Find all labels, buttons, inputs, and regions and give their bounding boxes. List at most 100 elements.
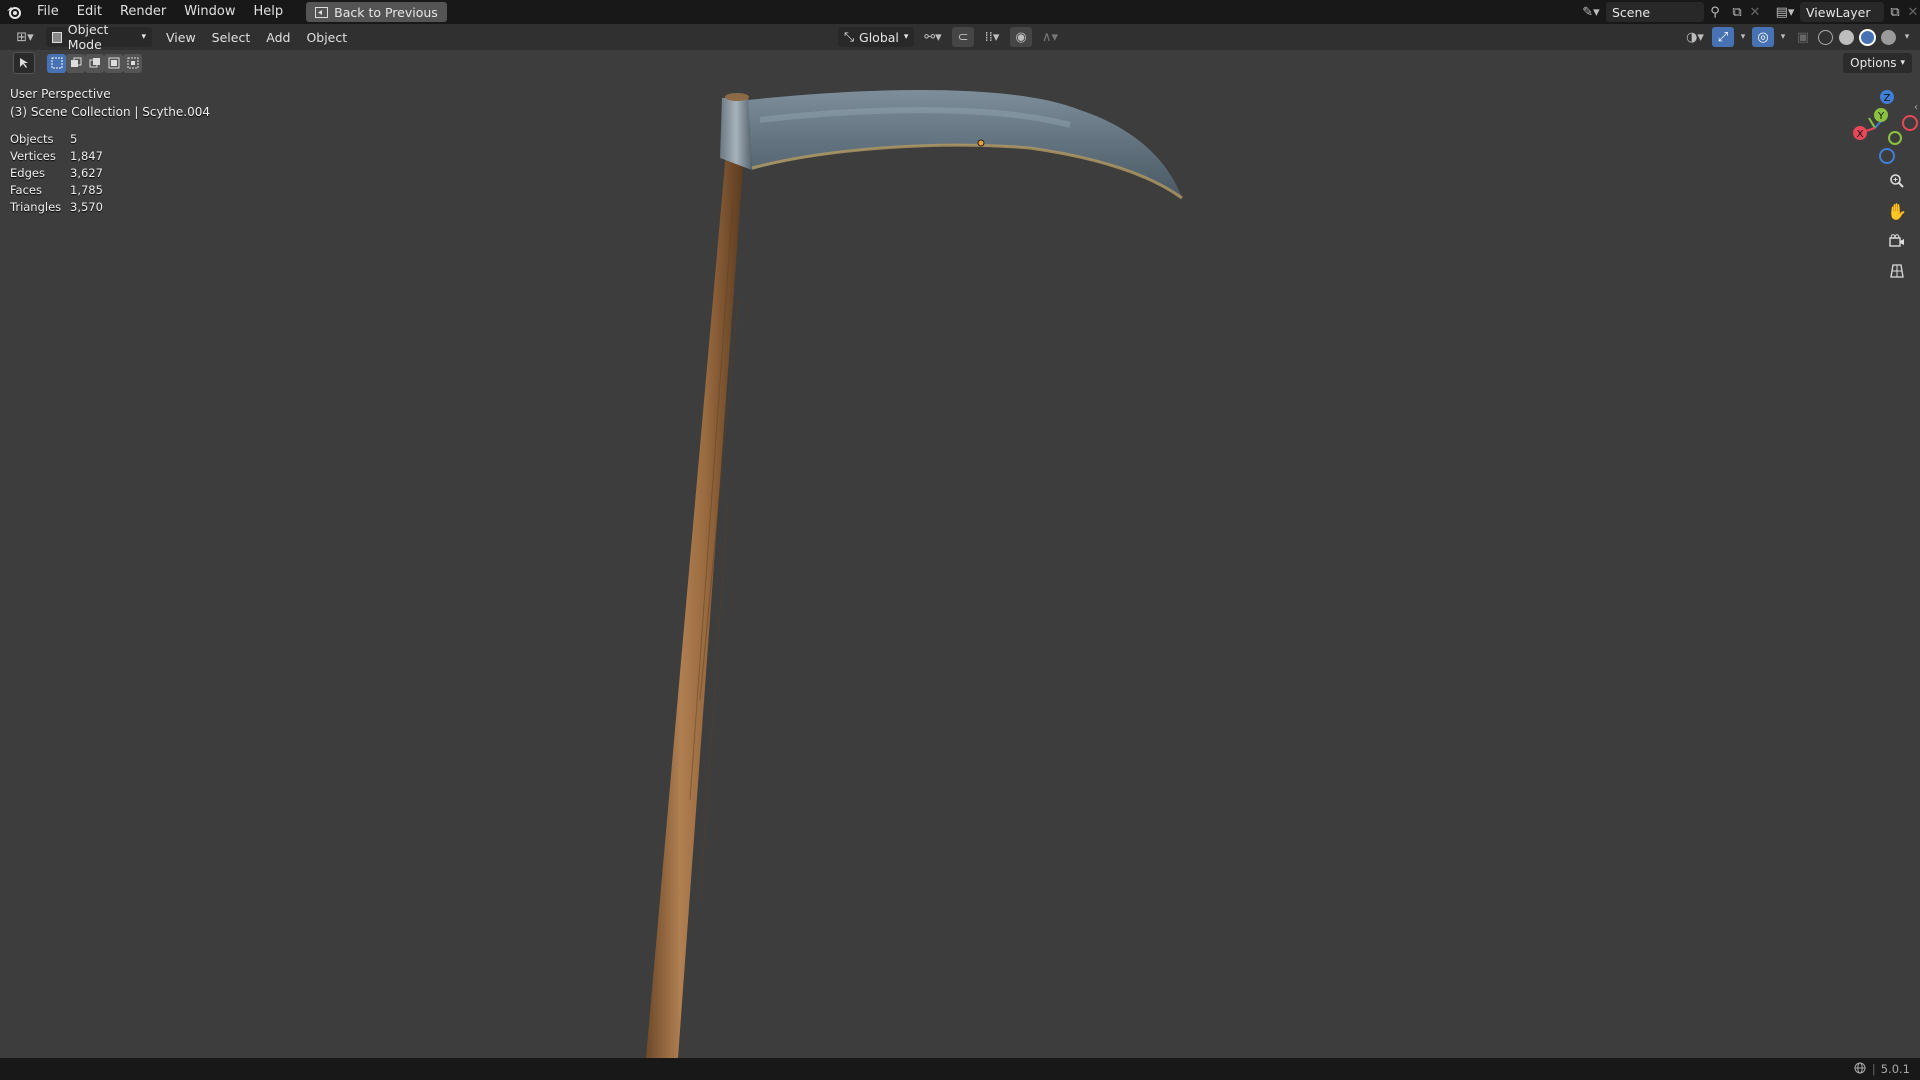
snap-icon[interactable]: ⊂ <box>952 27 974 47</box>
stat-label: Triangles <box>10 200 62 214</box>
zoom-icon[interactable] <box>1884 168 1910 194</box>
viewport-canvas[interactable] <box>0 76 1920 1058</box>
blender-logo-icon[interactable] <box>0 0 28 24</box>
transform-orientation-icon: ⤡ <box>844 29 855 44</box>
viewport-header: ⊞▾ Object Mode ▾ View Select Add Object … <box>0 22 1920 52</box>
gizmo-z-label: Z <box>1884 93 1891 104</box>
stat-value: 3,570 <box>70 200 103 214</box>
select-tool-icon[interactable] <box>13 52 35 74</box>
stat-value: 3,627 <box>70 166 103 180</box>
viewport-info: User Perspective (3) Scene Collection | … <box>10 85 210 121</box>
wireframe-shading-icon[interactable] <box>1818 29 1833 45</box>
globe-icon <box>1854 1062 1866 1077</box>
back-to-previous-label: Back to Previous <box>334 4 438 20</box>
sidebar-toggle-icon[interactable]: ‹ <box>1914 102 1918 113</box>
gizmo-y-negative[interactable] <box>1888 131 1902 145</box>
axis-gizmo[interactable]: Z Y X <box>1824 86 1920 166</box>
top-bar: File Edit Render Window Help Back to Pre… <box>0 0 1920 24</box>
camera-icon[interactable] <box>1884 228 1910 254</box>
solid-shading-icon[interactable] <box>1839 29 1854 45</box>
falloff-icon[interactable]: ∧▾ <box>1036 27 1064 47</box>
gizmo-dropdown-icon[interactable]: ▾ <box>1736 27 1750 47</box>
version-label: 5.0.1 <box>1880 1062 1910 1076</box>
menu-edit[interactable]: Edit <box>68 0 111 24</box>
menu-add[interactable]: Add <box>258 30 298 45</box>
material-shading-icon[interactable] <box>1859 28 1876 46</box>
snap-target-icon[interactable]: ⁞⁞▾ <box>978 27 1006 47</box>
chevron-down-icon: ▾ <box>141 32 146 42</box>
top-right-controls: ✎▾ Scene ⚲ ⧉ ✕ ▤▾ ViewLayer ⧉ ✕ <box>1576 0 1920 24</box>
gizmo-y-label: Y <box>1877 111 1885 122</box>
pin-icon[interactable]: ⚲ <box>1704 2 1726 22</box>
scene-name: Scene <box>1612 4 1651 20</box>
menu-select[interactable]: Select <box>204 30 259 45</box>
view-layer-name: ViewLayer <box>1806 4 1871 20</box>
ortho-grid-icon[interactable] <box>1884 258 1910 284</box>
view-name: User Perspective <box>10 87 111 101</box>
select-extend-icon[interactable] <box>66 53 85 73</box>
new-view-layer-icon[interactable]: ⧉ <box>1884 2 1906 22</box>
menu-object[interactable]: Object <box>298 30 355 45</box>
select-subtract-icon[interactable] <box>85 53 104 73</box>
tool-settings-row: Options ▾ <box>0 50 1920 76</box>
close-view-layer-icon[interactable]: ✕ <box>1906 2 1920 22</box>
status-divider: | <box>1871 1062 1876 1076</box>
menu-window[interactable]: Window <box>175 0 244 24</box>
mode-label: Object Mode <box>67 22 109 52</box>
close-icon[interactable]: ✕ <box>1748 2 1762 22</box>
back-to-previous-button[interactable]: Back to Previous <box>306 2 447 22</box>
stat-value: 1,847 <box>70 149 103 163</box>
chevron-down-icon: ▾ <box>1900 58 1905 68</box>
overlay-dropdown-icon[interactable]: ▾ <box>1776 27 1790 47</box>
collection-path: (3) Scene Collection | Scythe.004 <box>10 105 210 119</box>
navigation-gizmo: Z Y X ✋ ‹ <box>1824 86 1920 286</box>
options-label: Options <box>1850 56 1897 70</box>
transform-orientation-dropdown[interactable]: ⤡ Global ▾ <box>838 27 914 47</box>
view-layer-selector[interactable]: ViewLayer <box>1800 2 1884 22</box>
transform-tools: ⤡ Global ▾ ⚯▾ ⊂ ⁞⁞▾ ◉ ∧▾ <box>838 26 1064 48</box>
stat-row-triangles: Triangles 3,570 <box>10 199 103 216</box>
scythe-ferrule[interactable] <box>720 96 752 170</box>
overlay-icon[interactable]: ◎ <box>1752 27 1774 47</box>
stat-value: 1,785 <box>70 183 103 197</box>
stat-row-vertices: Vertices 1,847 <box>10 148 103 165</box>
hand-icon[interactable]: ✋ <box>1884 198 1910 224</box>
mode-dropdown[interactable]: Object Mode ▾ <box>46 22 152 52</box>
orientation-label: Global <box>859 29 899 45</box>
rendered-shading-icon[interactable] <box>1881 29 1896 45</box>
new-scene-icon[interactable]: ⧉ <box>1726 2 1748 22</box>
menu-file[interactable]: File <box>28 0 68 24</box>
stat-label: Faces <box>10 183 42 197</box>
stat-label: Objects <box>10 132 54 146</box>
stat-label: Edges <box>10 166 45 180</box>
xray-icon[interactable]: ▣ <box>1792 27 1814 47</box>
gizmo-x-label: X <box>1857 129 1864 140</box>
object-origin <box>977 139 985 147</box>
options-dropdown[interactable]: Options ▾ <box>1843 53 1912 73</box>
chevron-down-icon: ▾ <box>903 32 909 42</box>
menu-render[interactable]: Render <box>111 0 175 24</box>
back-icon <box>315 6 329 18</box>
view-layer-icon[interactable]: ▤▾ <box>1770 2 1800 22</box>
gizmo-icon[interactable]: ⤢ <box>1712 27 1734 47</box>
select-invert-icon[interactable] <box>104 53 123 73</box>
proportional-edit-icon[interactable]: ◉ <box>1010 27 1032 47</box>
select-box-icon[interactable] <box>47 53 66 73</box>
object-mode-icon <box>52 31 62 43</box>
status-bar: | 5.0.1 <box>0 1058 1920 1080</box>
scythe-handle[interactable] <box>646 152 744 1058</box>
scene-icon[interactable]: ✎▾ <box>1576 2 1606 22</box>
shading-dropdown-icon[interactable]: ▾ <box>1900 27 1914 47</box>
visibility-icon[interactable]: ◑▾ <box>1680 27 1710 47</box>
gizmo-x-negative[interactable] <box>1902 115 1918 131</box>
select-intersect-icon[interactable] <box>123 53 142 73</box>
pivot-icon[interactable]: ⚯▾ <box>918 27 948 47</box>
menu-help[interactable]: Help <box>245 0 293 24</box>
scene-selector[interactable]: Scene <box>1606 2 1704 22</box>
stat-label: Vertices <box>10 149 56 163</box>
gizmo-z-negative[interactable] <box>1879 148 1895 164</box>
handle-cap <box>725 93 749 101</box>
editor-type-icon[interactable]: ⊞▾ <box>10 27 40 47</box>
menu-view[interactable]: View <box>158 30 204 45</box>
viewport-right-tools: ◑▾ ⤢ ▾ ◎ ▾ ▣ ▾ <box>1680 26 1914 48</box>
